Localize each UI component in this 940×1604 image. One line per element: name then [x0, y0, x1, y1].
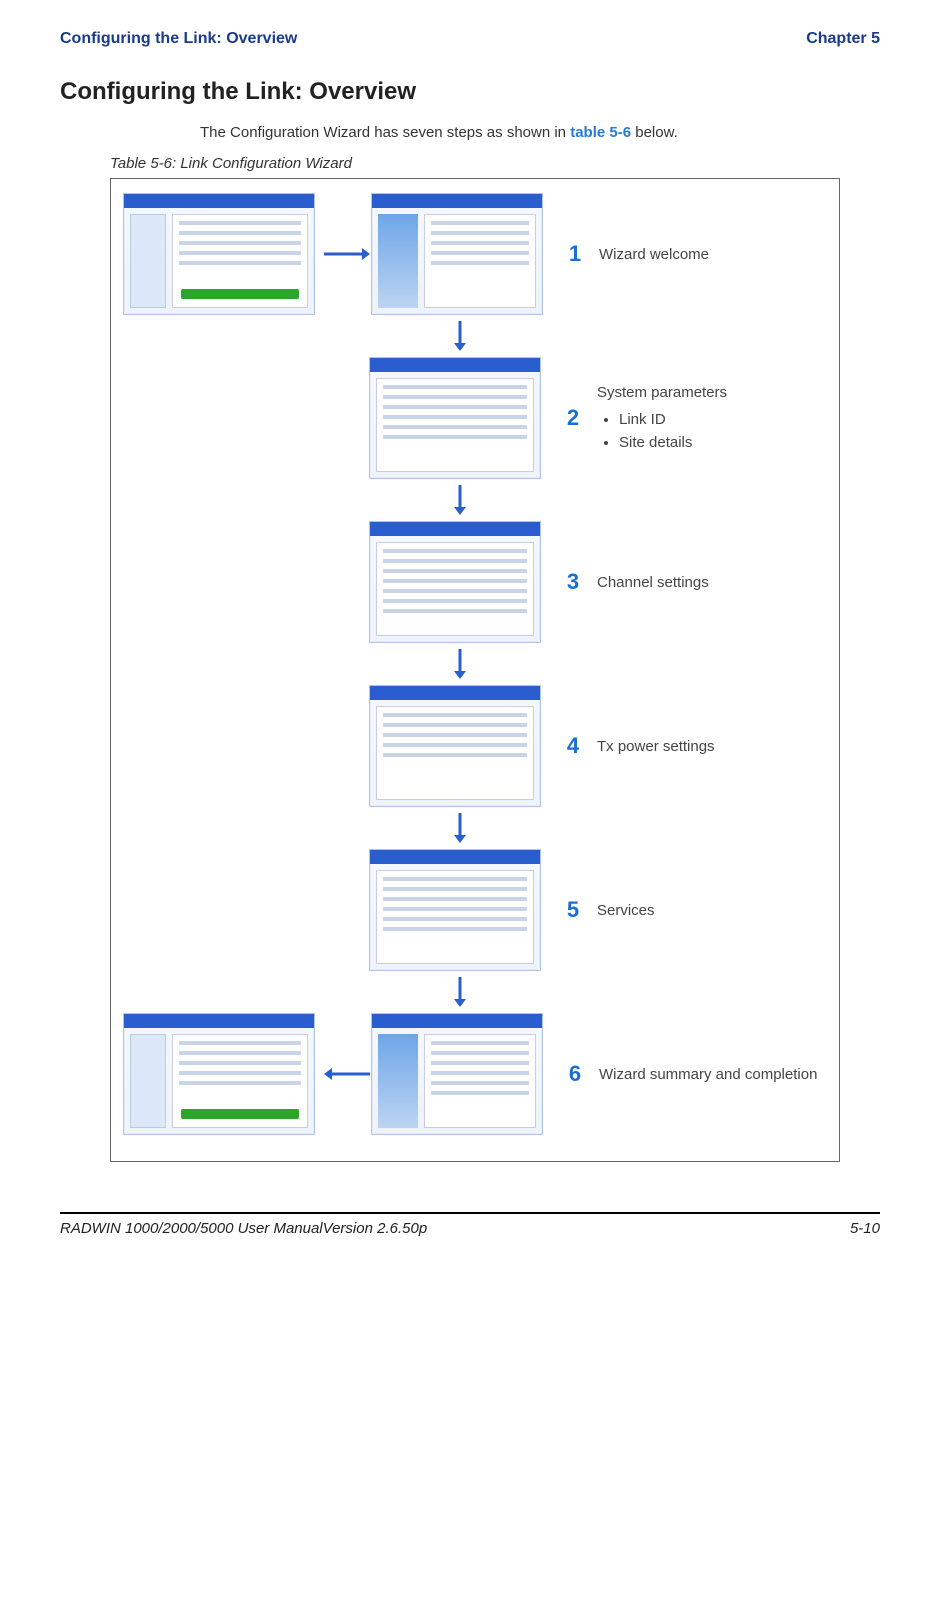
table-caption: Table 5-6: Link Configuration Wizard [110, 155, 880, 172]
step2-item-linkid: Link ID [619, 409, 727, 430]
step-number-1: 1 [561, 241, 589, 267]
wizard-step3-screenshot [369, 521, 541, 643]
table-ref-link[interactable]: table 5-6 [570, 124, 631, 141]
arrow-right-icon [323, 247, 371, 261]
main-window-final-screenshot [123, 1013, 315, 1135]
step-number-4: 4 [559, 733, 587, 759]
step-desc-6: Wizard summary and completion [599, 1064, 817, 1085]
footer-right: 5-10 [850, 1220, 880, 1237]
arrow-down-icon [453, 649, 467, 679]
wizard-step6-screenshot [371, 1013, 543, 1135]
step-number-6: 6 [561, 1061, 589, 1087]
step2-item-site: Site details [619, 432, 727, 453]
wizard-step2-screenshot [369, 357, 541, 479]
step-desc-3: Channel settings [597, 572, 709, 593]
intro-text: The Configuration Wizard has seven steps… [200, 124, 880, 141]
step-desc-4: Tx power settings [597, 736, 715, 757]
step-number-2: 2 [559, 405, 587, 431]
main-window-screenshot [123, 193, 315, 315]
step-desc-2: System parameters Link ID Site details [597, 382, 727, 455]
wizard-step5-screenshot [369, 849, 541, 971]
header-left: Configuring the Link: Overview [60, 30, 297, 48]
arrow-down-icon [453, 321, 467, 351]
arrow-left-icon [323, 1067, 371, 1081]
step-desc-1: Wizard welcome [599, 244, 709, 265]
header-right: Chapter 5 [806, 30, 880, 48]
arrow-down-icon [453, 813, 467, 843]
step2-title: System parameters [597, 384, 727, 401]
intro-suffix: below. [631, 124, 678, 141]
step-number-5: 5 [559, 897, 587, 923]
arrow-down-icon [453, 485, 467, 515]
step-number-3: 3 [559, 569, 587, 595]
intro-prefix: The Configuration Wizard has seven steps… [200, 124, 570, 141]
page-title: Configuring the Link: Overview [60, 78, 880, 106]
arrow-down-icon [453, 977, 467, 1007]
step-desc-5: Services [597, 900, 655, 921]
wizard-step1-screenshot [371, 193, 543, 315]
footer-left: RADWIN 1000/2000/5000 User ManualVersion… [60, 1220, 427, 1237]
wizard-step4-screenshot [369, 685, 541, 807]
wizard-table: 1 Wizard welcome 2 System parameters Lin… [110, 178, 840, 1162]
